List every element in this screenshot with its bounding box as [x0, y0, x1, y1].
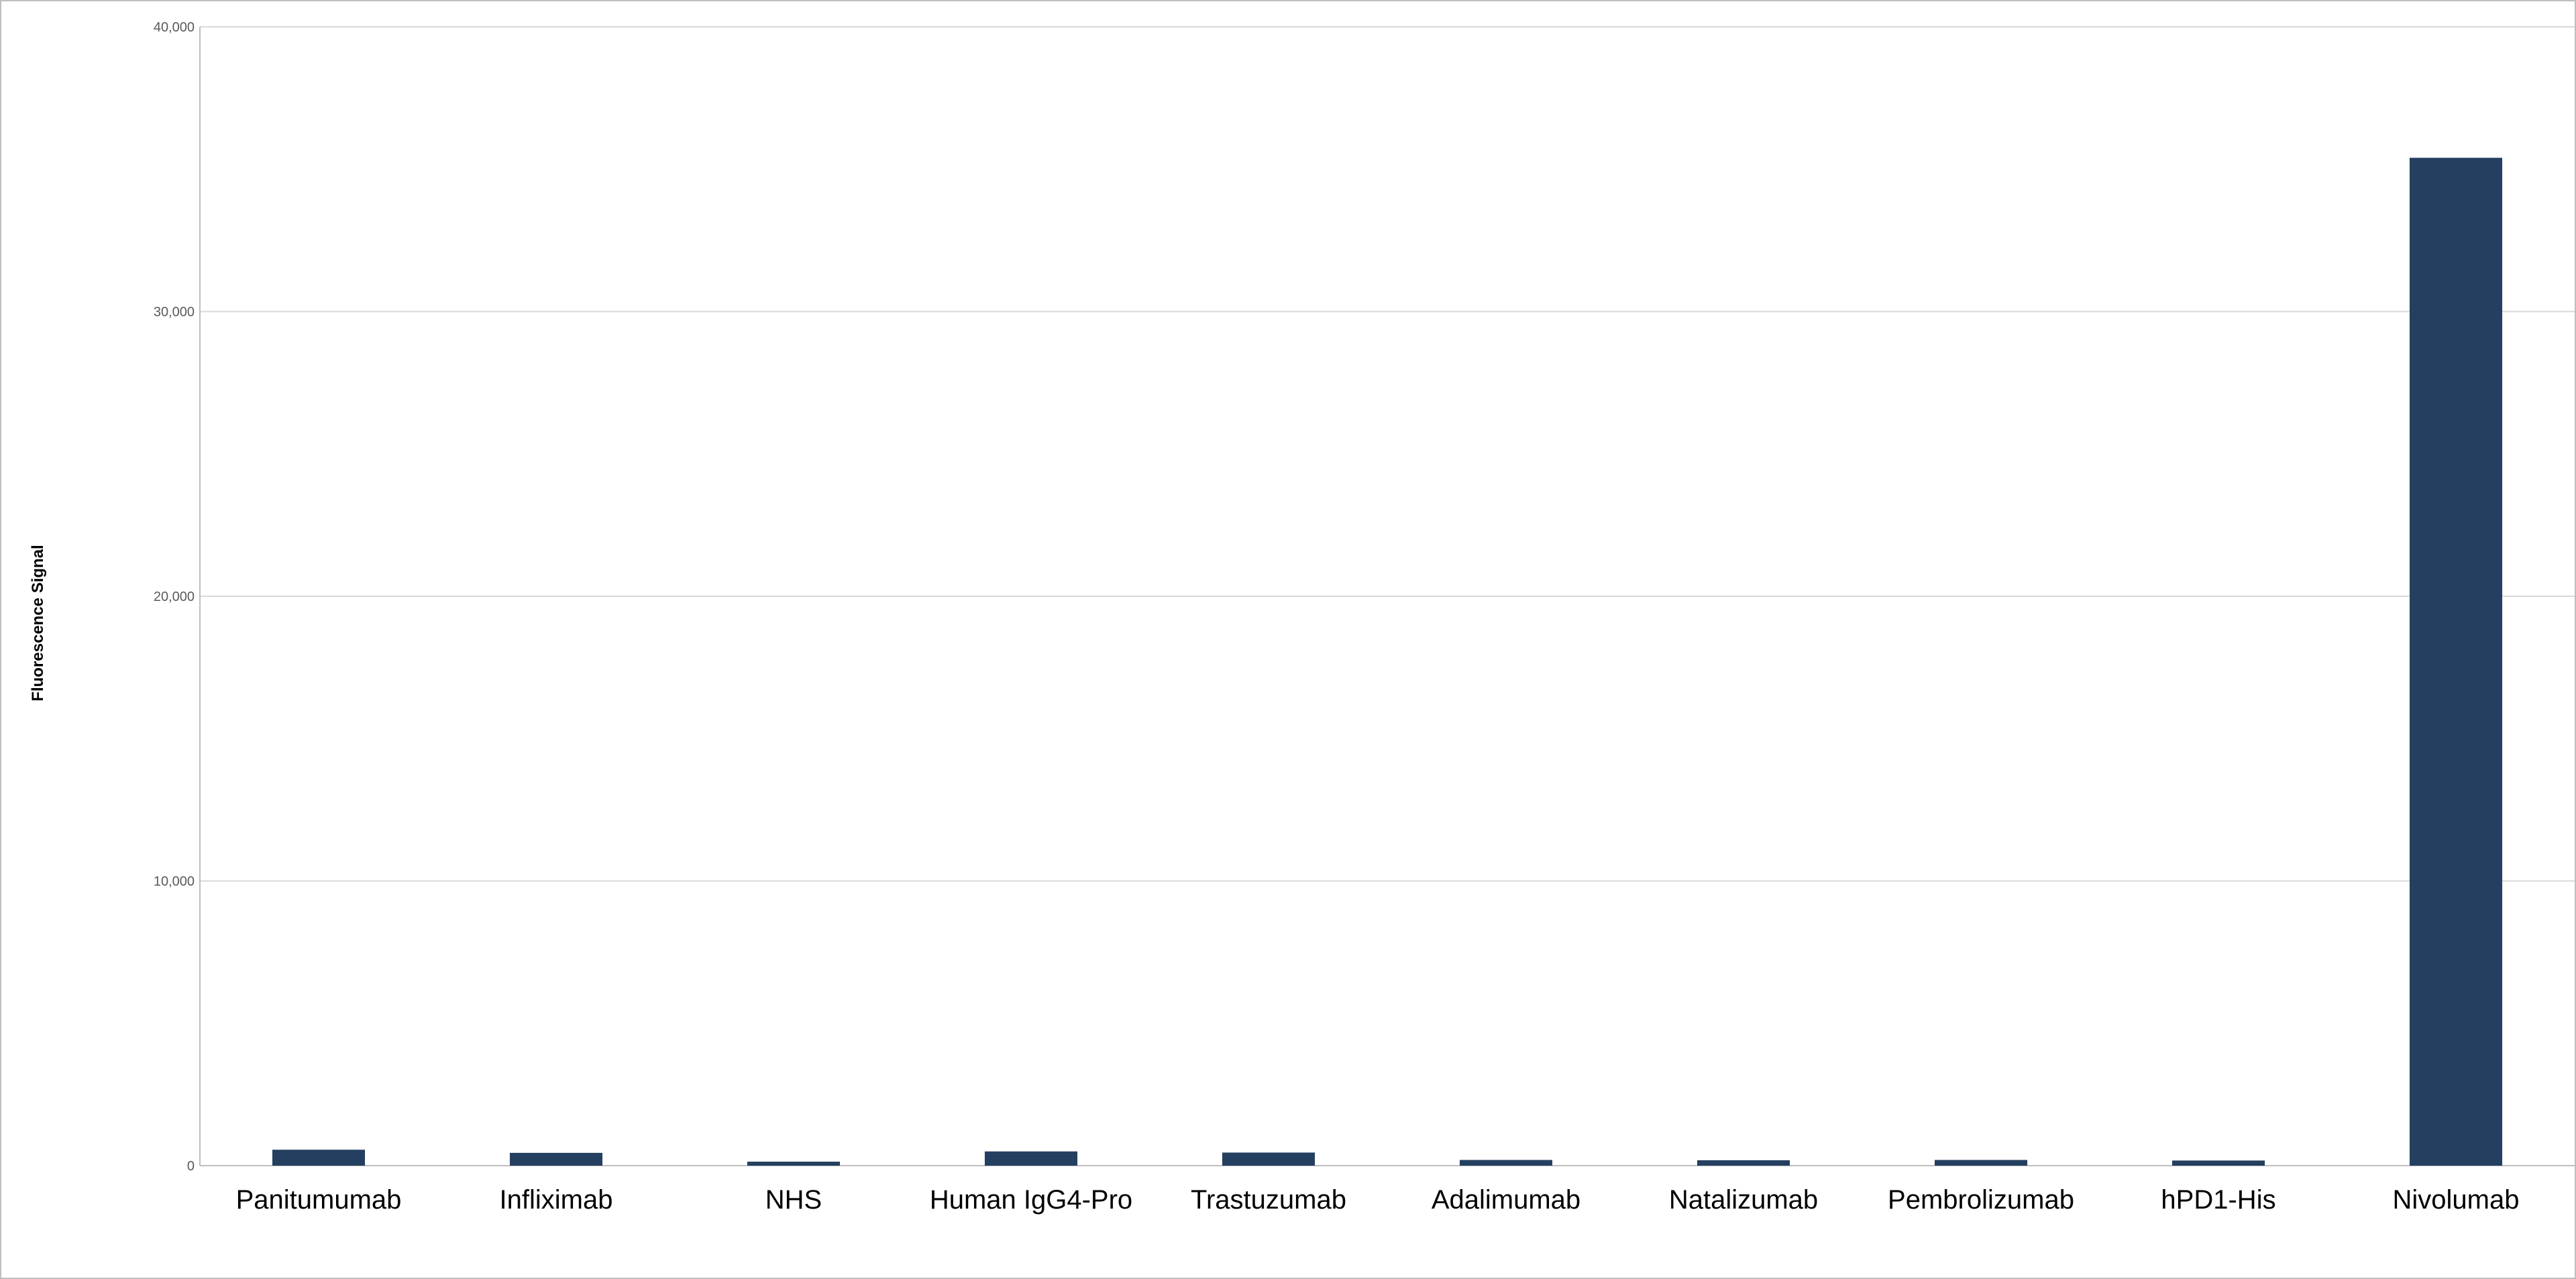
x-tick-label: Panitumumab	[236, 1185, 402, 1215]
y-tick-label: 20,000	[154, 590, 195, 604]
bar-trastuzumab	[1222, 1152, 1316, 1166]
x-tick-label: Pembrolizumab	[1888, 1185, 2074, 1215]
x-tick-label: Nivolumab	[2393, 1185, 2520, 1215]
y-tick-label: 30,000	[154, 305, 195, 320]
x-tick-label: Human IgG4-Pro	[930, 1185, 1132, 1215]
x-tick-label: hPD1-His	[2161, 1185, 2275, 1215]
x-tick-label: Natalizumab	[1669, 1185, 1818, 1215]
y-tick-label: 10,000	[154, 875, 195, 889]
bar-infliximab	[509, 1152, 603, 1166]
bar-human-igg4-pro	[984, 1151, 1078, 1166]
bar-chart: 0 10,000 20,000 30,000 40,000 Panitumumab Inf…	[29, 20, 2575, 1215]
y-axis-label: Fluorescence Signal	[29, 545, 47, 701]
bar-nivolumab	[2409, 158, 2503, 1166]
x-tick-label: NHS	[765, 1185, 822, 1215]
y-tick-label: 0	[187, 1159, 195, 1174]
bar-natalizumab	[1697, 1160, 1790, 1166]
bar-panitumumab	[272, 1150, 366, 1166]
gridlines	[199, 26, 2575, 1166]
x-tick-label: Adalimumab	[1432, 1185, 1580, 1215]
bar-nhs	[747, 1162, 841, 1166]
x-category-labels: Panitumumab Infliximab NHS Human IgG4-Pro Tr…	[236, 1185, 2520, 1215]
bar-hpd1-his	[2171, 1160, 2265, 1166]
bar-pembrolizumab	[1934, 1160, 2028, 1166]
bars	[272, 158, 2503, 1166]
x-tick-label: Trastuzumab	[1191, 1185, 1346, 1215]
x-tick-label: Infliximab	[500, 1185, 613, 1215]
bar-adalimumab	[1459, 1160, 1553, 1166]
y-tick-label: 40,000	[154, 20, 195, 35]
y-tick-labels: 0 10,000 20,000 30,000 40,000	[154, 20, 195, 1174]
